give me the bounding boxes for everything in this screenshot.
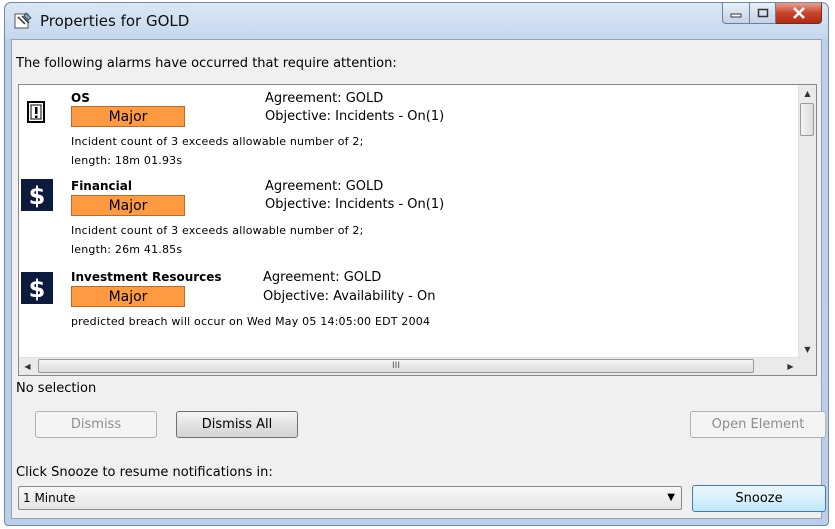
alarm-list[interactable]: OS Major Agreement: GOLD Objective: Inci… <box>18 84 817 376</box>
vertical-scrollbar[interactable]: ▲ ▼ <box>798 85 816 358</box>
dialog-body: The following alarms have occurred that … <box>11 39 826 519</box>
alarm-message: Incident count of 3 exceeds allowable nu… <box>71 135 364 148</box>
vertical-scroll-thumb[interactable] <box>800 103 814 136</box>
alarm-agreement: Agreement: GOLD <box>265 91 384 106</box>
alarm-agreement: Agreement: GOLD <box>263 270 382 285</box>
chevron-down-icon[interactable]: ▼ <box>667 492 675 503</box>
snooze-duration-select[interactable]: 1 Minute ▼ <box>18 486 682 510</box>
alarm-objective: Objective: Availability - On <box>263 289 436 304</box>
scroll-down-arrow-icon[interactable]: ▼ <box>799 341 816 358</box>
alarm-objective: Objective: Incidents - On(1) <box>265 109 445 124</box>
close-icon <box>792 7 805 19</box>
dollar-icon: $ <box>21 272 53 304</box>
alarm-agreement: Agreement: GOLD <box>265 179 384 194</box>
scroll-right-arrow-icon[interactable]: ▶ <box>782 358 799 375</box>
dismiss-button[interactable]: Dismiss <box>35 411 157 438</box>
scroll-up-arrow-icon[interactable]: ▲ <box>799 85 816 102</box>
minimize-button[interactable] <box>722 3 750 24</box>
alarm-name: Investment Resources <box>71 270 222 284</box>
svg-text:$: $ <box>29 275 46 303</box>
dollar-icon: $ <box>21 179 53 211</box>
severity-badge: Major <box>71 106 185 127</box>
title-bar: Properties for GOLD <box>5 3 828 39</box>
alarm-length: length: 18m 01.93s <box>71 154 183 167</box>
properties-window: Properties for GOLD The following alarms… <box>4 2 829 526</box>
scroll-left-arrow-icon[interactable]: ◀ <box>19 358 36 375</box>
window-controls <box>722 3 822 25</box>
horizontal-scroll-thumb[interactable]: III <box>38 359 754 373</box>
alarms-header: The following alarms have occurred that … <box>16 56 397 71</box>
alarm-message: Incident count of 3 exceeds allowable nu… <box>71 224 364 237</box>
snooze-duration-value: 1 Minute <box>23 491 76 505</box>
alarm-name: Financial <box>71 179 132 193</box>
open-element-button[interactable]: Open Element <box>690 411 826 438</box>
alarm-length: length: 26m 41.85s <box>71 243 183 256</box>
minimize-icon <box>730 13 742 18</box>
alarm-message: predicted breach will occur on Wed May 0… <box>71 315 431 328</box>
server-alert-icon <box>27 101 45 123</box>
scroll-grip: III <box>392 361 400 371</box>
snooze-label: Click Snooze to resume notifications in: <box>16 465 273 480</box>
dismiss-all-button[interactable]: Dismiss All <box>176 411 298 438</box>
selection-status: No selection <box>16 381 97 396</box>
maximize-icon <box>757 8 768 18</box>
scroll-corner <box>799 358 816 375</box>
severity-badge: Major <box>71 195 185 216</box>
maximize-button[interactable] <box>750 3 776 24</box>
alarm-name: OS <box>71 91 90 105</box>
horizontal-scrollbar[interactable]: ◀ III ▶ <box>19 357 799 375</box>
severity-badge: Major <box>71 286 185 307</box>
alarm-objective: Objective: Incidents - On(1) <box>265 197 445 212</box>
properties-app-icon <box>14 12 32 29</box>
svg-text:$: $ <box>29 182 46 210</box>
snooze-button[interactable]: Snooze <box>692 485 826 512</box>
close-button[interactable] <box>776 3 822 24</box>
window-title: Properties for GOLD <box>40 12 190 30</box>
